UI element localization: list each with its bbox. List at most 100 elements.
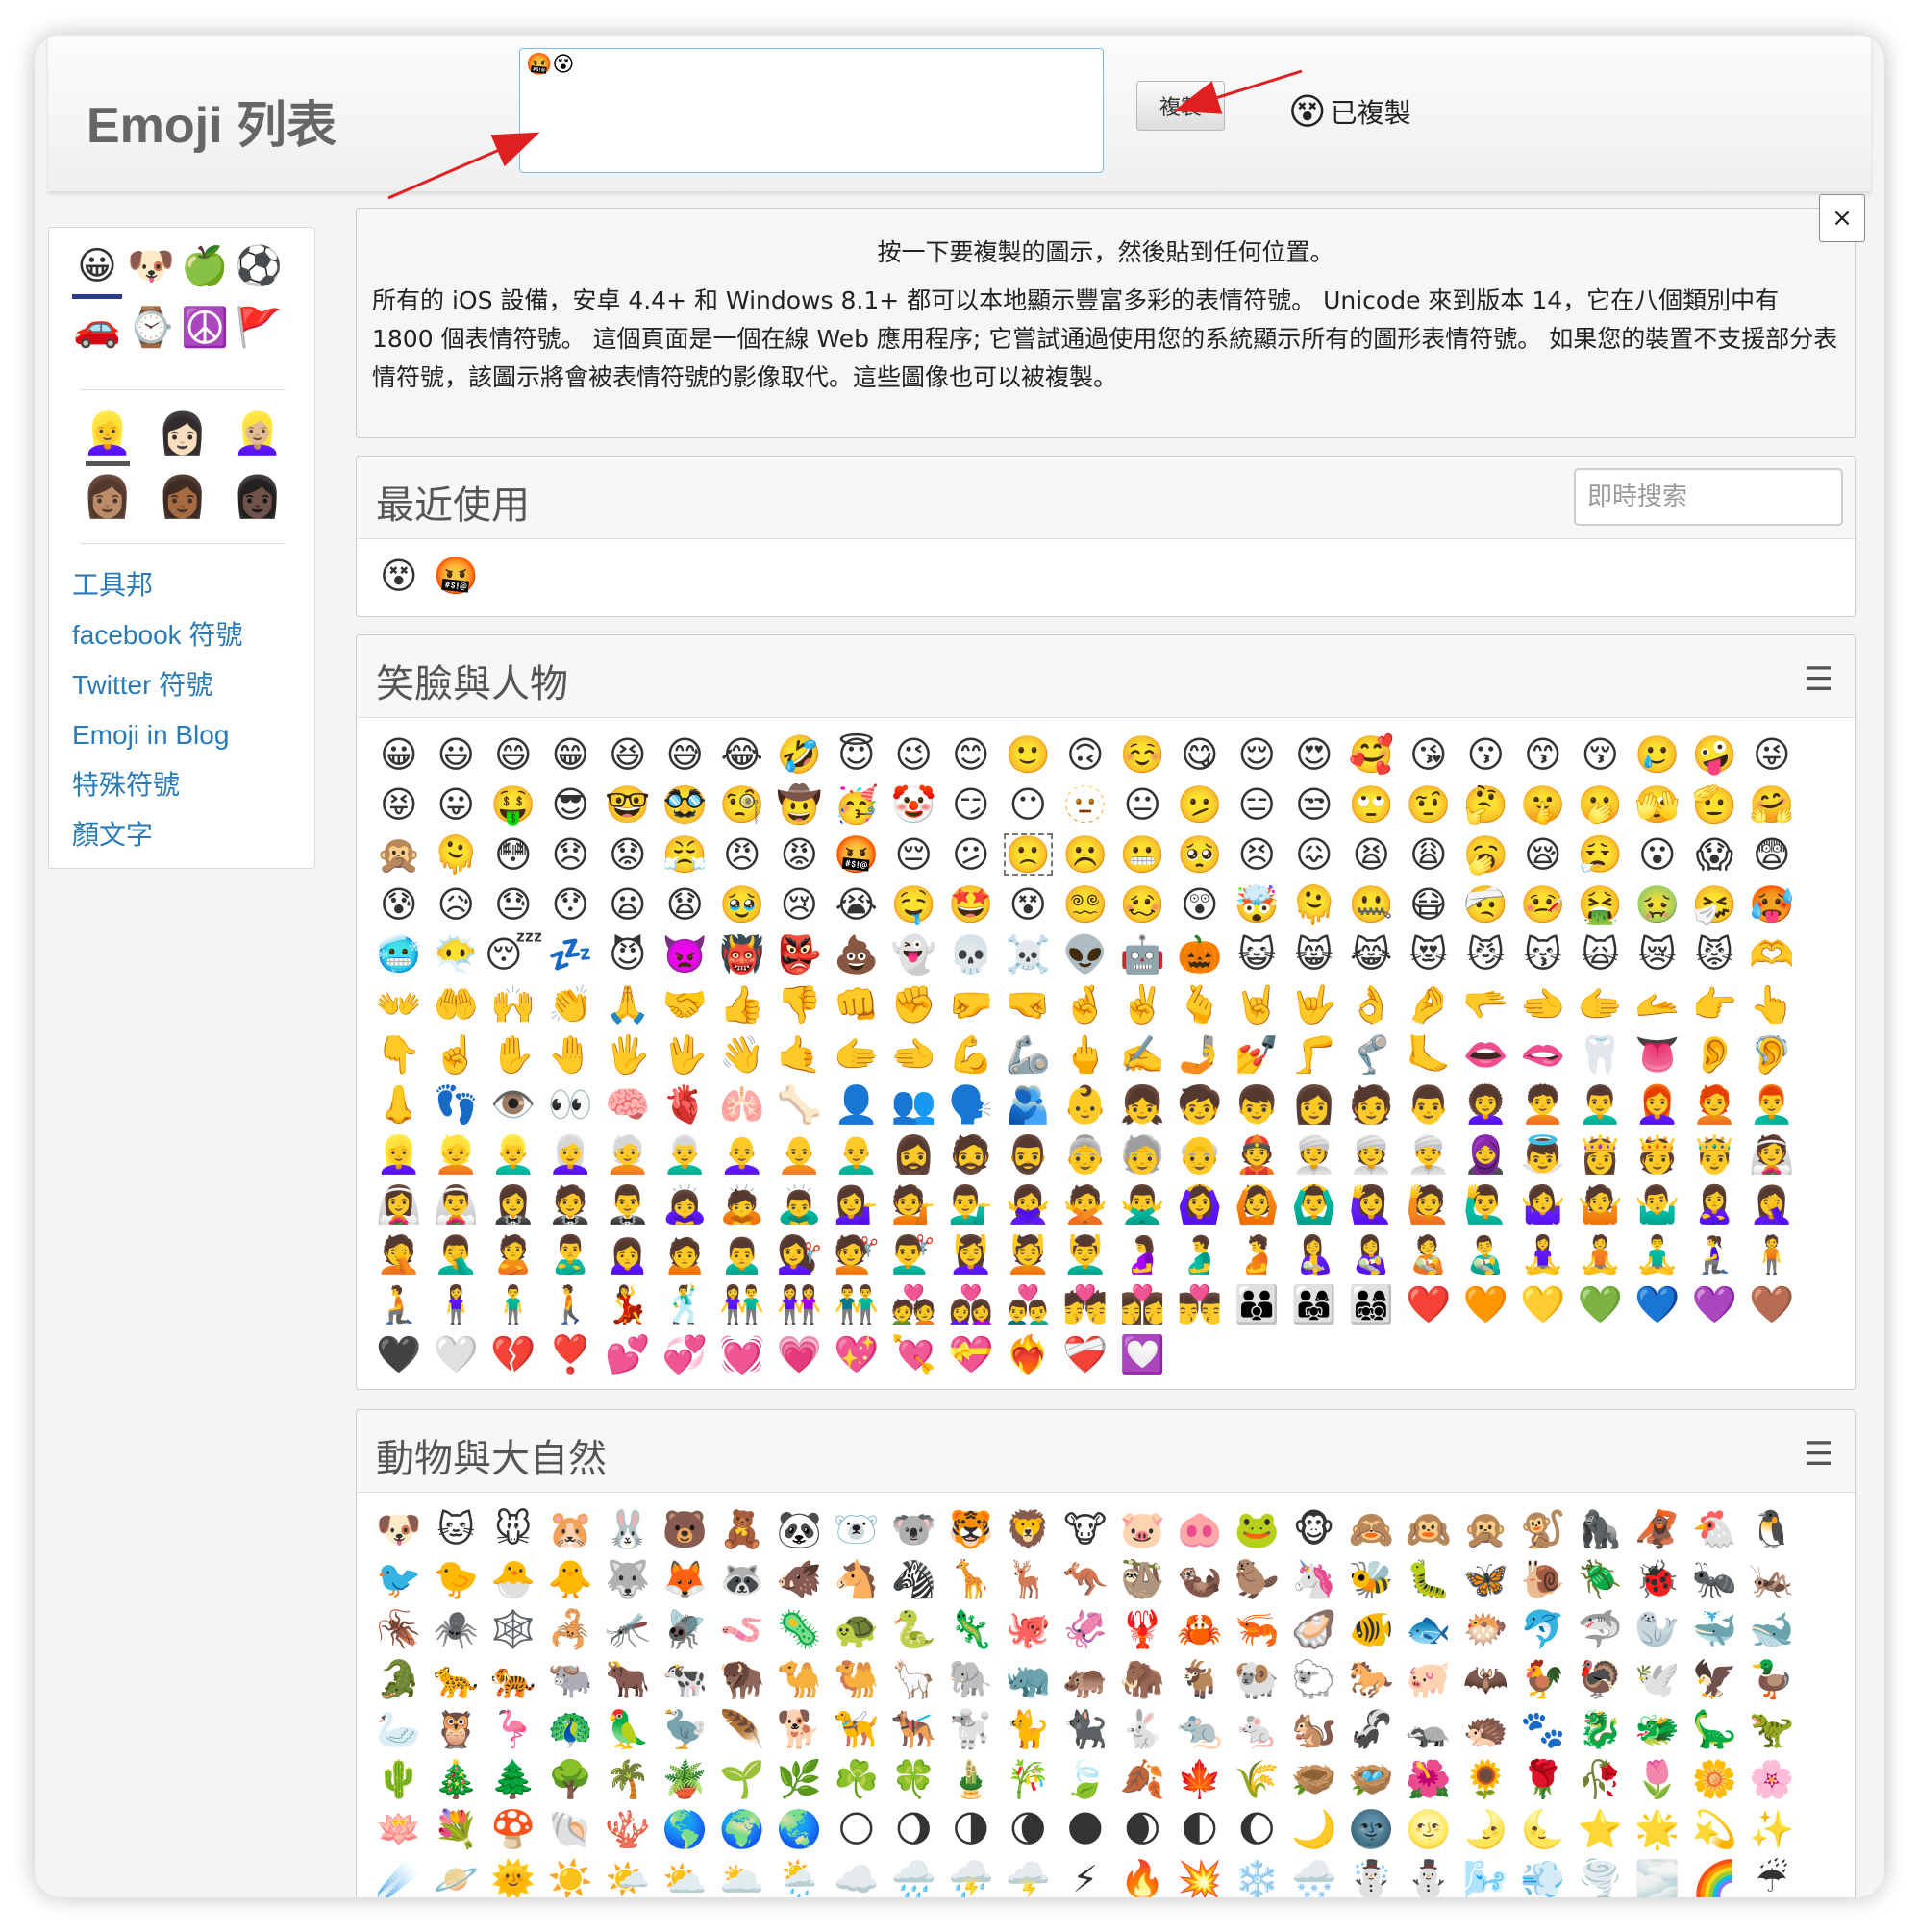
emoji-cell[interactable]: 😚 <box>1572 730 1630 780</box>
emoji-cell[interactable]: 😜 <box>1743 730 1801 780</box>
emoji-cell[interactable]: 😤 <box>657 830 714 879</box>
emoji-cell[interactable]: 👬 <box>828 1279 885 1329</box>
emoji-cell[interactable]: 💐 <box>428 1804 486 1854</box>
skin-tone-option[interactable]: 👩🏾 <box>145 470 220 524</box>
emoji-cell[interactable]: 👃 <box>370 1079 428 1129</box>
emoji-cell[interactable]: 🫥 <box>1057 780 1114 830</box>
emoji-cell[interactable]: 🫤 <box>1171 780 1229 830</box>
emoji-cell[interactable]: 🐰 <box>599 1504 657 1554</box>
emoji-cell[interactable]: 😿 <box>1629 929 1686 979</box>
emoji-cell[interactable]: 🧑‍🦱 <box>1514 1079 1572 1129</box>
emoji-cell[interactable]: 🌼 <box>1686 1754 1744 1804</box>
emoji-cell[interactable]: 👋 <box>713 1029 771 1079</box>
emoji-cell[interactable]: 🤜 <box>1000 979 1058 1029</box>
skin-tone-option[interactable]: 👩🏿 <box>220 470 295 524</box>
emoji-cell[interactable]: 😲 <box>1171 879 1229 929</box>
emoji-cell[interactable]: 🙎‍♀️ <box>1686 1179 1744 1229</box>
emoji-cell[interactable]: ⛈️ <box>942 1854 1000 1897</box>
emoji-cell[interactable]: 🌫️ <box>1629 1854 1686 1897</box>
emoji-cell[interactable]: 🦜 <box>599 1704 657 1754</box>
category-tab[interactable]: ☮️ <box>178 301 232 355</box>
emoji-cell[interactable]: 👨‍❤️‍💋‍👨 <box>1171 1279 1229 1329</box>
emoji-cell[interactable]: 🦌 <box>1000 1554 1058 1604</box>
emoji-cell[interactable]: 😖 <box>1285 830 1343 879</box>
emoji-cell[interactable]: 💙 <box>1629 1279 1686 1329</box>
emoji-cell[interactable]: 😹 <box>1343 929 1401 979</box>
emoji-cell[interactable]: 🐽 <box>1171 1504 1229 1554</box>
emoji-cell[interactable]: 🦎 <box>942 1604 1000 1654</box>
emoji-cell[interactable]: 😊 <box>942 730 1000 780</box>
emoji-cell[interactable]: 👀 <box>542 1079 600 1129</box>
emoji-cell[interactable]: 🤰 <box>1114 1229 1172 1279</box>
emoji-cell[interactable]: 🌻 <box>1458 1754 1515 1804</box>
emoji-cell[interactable]: 🐜 <box>1686 1554 1744 1604</box>
emoji-cell[interactable]: 👆 <box>1743 979 1801 1029</box>
emoji-cell[interactable]: 👦 <box>1229 1079 1286 1129</box>
emoji-cell[interactable]: 🐛 <box>1400 1554 1458 1604</box>
skin-tone-option[interactable]: 👩🏻 <box>145 407 220 460</box>
emoji-cell[interactable]: 🌲 <box>485 1754 542 1804</box>
emoji-cell[interactable]: 🦛 <box>1057 1654 1114 1704</box>
emoji-cell[interactable]: 🤑 <box>485 780 542 830</box>
emoji-cell[interactable]: 🪰 <box>657 1604 714 1654</box>
menu-icon[interactable]: ☰ <box>1805 660 1833 699</box>
emoji-cell[interactable]: 🧠 <box>599 1079 657 1129</box>
emoji-cell[interactable]: 👰‍♂️ <box>428 1179 486 1229</box>
menu-icon[interactable]: ☰ <box>1805 1435 1833 1474</box>
sidebar-link[interactable]: 特殊符號 <box>72 760 242 810</box>
emoji-cell[interactable]: 🌬️ <box>1458 1854 1515 1897</box>
emoji-cell[interactable]: 🦅 <box>1686 1654 1744 1704</box>
emoji-cell[interactable]: 😡 <box>771 830 829 879</box>
emoji-cell[interactable]: 💘 <box>885 1329 943 1379</box>
emoji-cell[interactable]: 👇 <box>370 1029 428 1079</box>
emoji-cell[interactable]: 💓 <box>713 1329 771 1379</box>
emoji-cell[interactable]: 🐚 <box>542 1804 600 1854</box>
emoji-cell[interactable]: 🧑‍🍼 <box>1400 1229 1458 1279</box>
emoji-cell[interactable]: 😪 <box>1514 830 1572 879</box>
emoji-cell[interactable]: 💔 <box>485 1329 542 1379</box>
emoji-cell[interactable]: 🤖 <box>1114 929 1172 979</box>
emoji-cell[interactable]: 🫅 <box>1629 1129 1686 1179</box>
emoji-cell[interactable]: ☺️ <box>1114 730 1172 780</box>
emoji-cell[interactable]: 🕊️ <box>1629 1654 1686 1704</box>
emoji-cell[interactable]: 😎 <box>542 780 600 830</box>
emoji-cell[interactable]: 🦥 <box>1114 1554 1172 1604</box>
emoji-cell[interactable]: 🧡 <box>1458 1279 1515 1329</box>
emoji-cell[interactable]: 😰 <box>370 879 428 929</box>
emoji-cell[interactable]: 🦉 <box>428 1704 486 1754</box>
emoji-cell[interactable]: 😁 <box>542 730 600 780</box>
emoji-cell[interactable]: 🌘 <box>1000 1804 1058 1854</box>
emoji-cell[interactable]: 🖤 <box>370 1329 428 1379</box>
emoji-cell[interactable]: 🥶 <box>370 929 428 979</box>
emoji-cell[interactable]: 🌑 <box>1057 1804 1114 1854</box>
emoji-cell[interactable]: 🐂 <box>599 1654 657 1704</box>
emoji-cell[interactable]: 🧎‍♀️ <box>1686 1229 1744 1279</box>
emoji-cell[interactable]: ⚡ <box>1057 1854 1114 1897</box>
emoji-cell[interactable]: 🌨️ <box>1285 1854 1343 1897</box>
emoji-cell[interactable]: 🤛 <box>942 979 1000 1029</box>
emoji-cell[interactable]: ☃️ <box>1343 1854 1401 1897</box>
emoji-cell[interactable]: 👣 <box>428 1079 486 1129</box>
emoji-cell[interactable]: 🙇‍♂️ <box>771 1179 829 1229</box>
emoji-cell[interactable]: 🦂 <box>542 1604 600 1654</box>
emoji-cell[interactable]: 🙄 <box>1343 780 1401 830</box>
emoji-cell[interactable]: 👱 <box>428 1129 486 1179</box>
emoji-cell[interactable]: 💏 <box>1057 1279 1114 1329</box>
emoji-cell[interactable]: 🤬 <box>828 830 885 879</box>
emoji-cell[interactable]: ✋ <box>485 1029 542 1079</box>
emoji-cell[interactable]: 🐦 <box>370 1554 428 1604</box>
emoji-cell[interactable]: 🥺 <box>1171 830 1229 879</box>
emoji-cell[interactable]: 🕺 <box>657 1279 714 1329</box>
emoji-cell[interactable]: 🤒 <box>1514 879 1572 929</box>
emoji-cell[interactable]: 👅 <box>1629 1029 1686 1079</box>
emoji-cell[interactable]: 💤 <box>542 929 600 979</box>
emoji-cell[interactable]: 😞 <box>542 830 600 879</box>
emoji-cell[interactable]: 🧑‍🦲 <box>771 1129 829 1179</box>
emoji-cell[interactable]: 🫃 <box>1171 1229 1229 1279</box>
emoji-cell[interactable]: 🍁 <box>1171 1754 1229 1804</box>
emoji-cell[interactable]: 🫰 <box>1171 979 1229 1029</box>
emoji-cell[interactable]: 👩‍🍼 <box>1343 1229 1401 1279</box>
emoji-cell[interactable]: 🪺 <box>1343 1754 1401 1804</box>
emoji-cell[interactable]: 😻 <box>1400 929 1458 979</box>
emoji-cell[interactable]: ✌️ <box>1114 979 1172 1029</box>
